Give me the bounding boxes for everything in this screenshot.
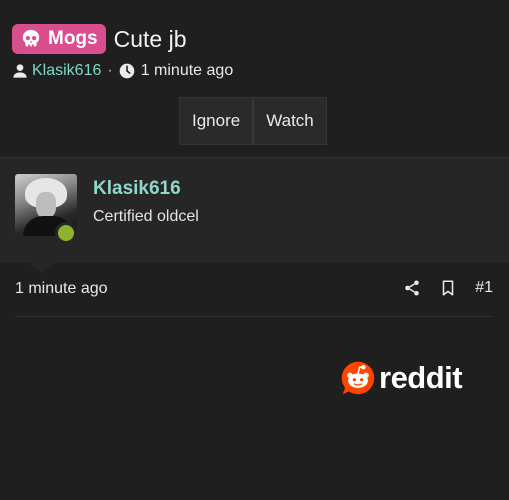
thread-actions: Ignore Watch <box>179 97 327 145</box>
bookmark-icon[interactable] <box>439 279 457 297</box>
thread-time[interactable]: 1 minute ago <box>141 62 234 80</box>
online-status-indicator <box>55 222 77 244</box>
clock-icon <box>119 63 135 79</box>
share-icon[interactable] <box>403 279 421 297</box>
meta-separator: · <box>107 62 113 79</box>
reddit-embed[interactable]: reddit <box>340 360 463 396</box>
skull-icon <box>22 29 40 47</box>
post-time[interactable]: 1 minute ago <box>15 280 108 298</box>
reddit-wordmark: reddit <box>379 360 463 395</box>
post-actions: #1 <box>403 279 493 297</box>
prefix-label: Mogs <box>48 28 98 49</box>
user-icon <box>13 64 27 78</box>
user-panel-pointer <box>30 263 54 274</box>
watch-button[interactable]: Watch <box>253 97 327 145</box>
post-number[interactable]: #1 <box>475 279 493 297</box>
thread-title: Cute jb <box>113 25 187 52</box>
user-title: Certified oldcel <box>93 208 199 225</box>
reddit-logo-icon <box>341 361 375 395</box>
ignore-button[interactable]: Ignore <box>179 97 254 145</box>
thread-header: Mogs Cute jb Klasik616 · 1 minute ago Ig… <box>0 0 509 158</box>
prefix-badge[interactable]: Mogs <box>12 24 106 54</box>
post-divider <box>15 316 493 317</box>
post-user-panel <box>0 158 509 263</box>
post-username[interactable]: Klasik616 <box>93 178 181 200</box>
thread-author-link[interactable]: Klasik616 <box>32 62 101 80</box>
thread-meta: Klasik616 · 1 minute ago <box>12 62 233 80</box>
thread-title-row: Mogs Cute jb <box>12 24 186 54</box>
